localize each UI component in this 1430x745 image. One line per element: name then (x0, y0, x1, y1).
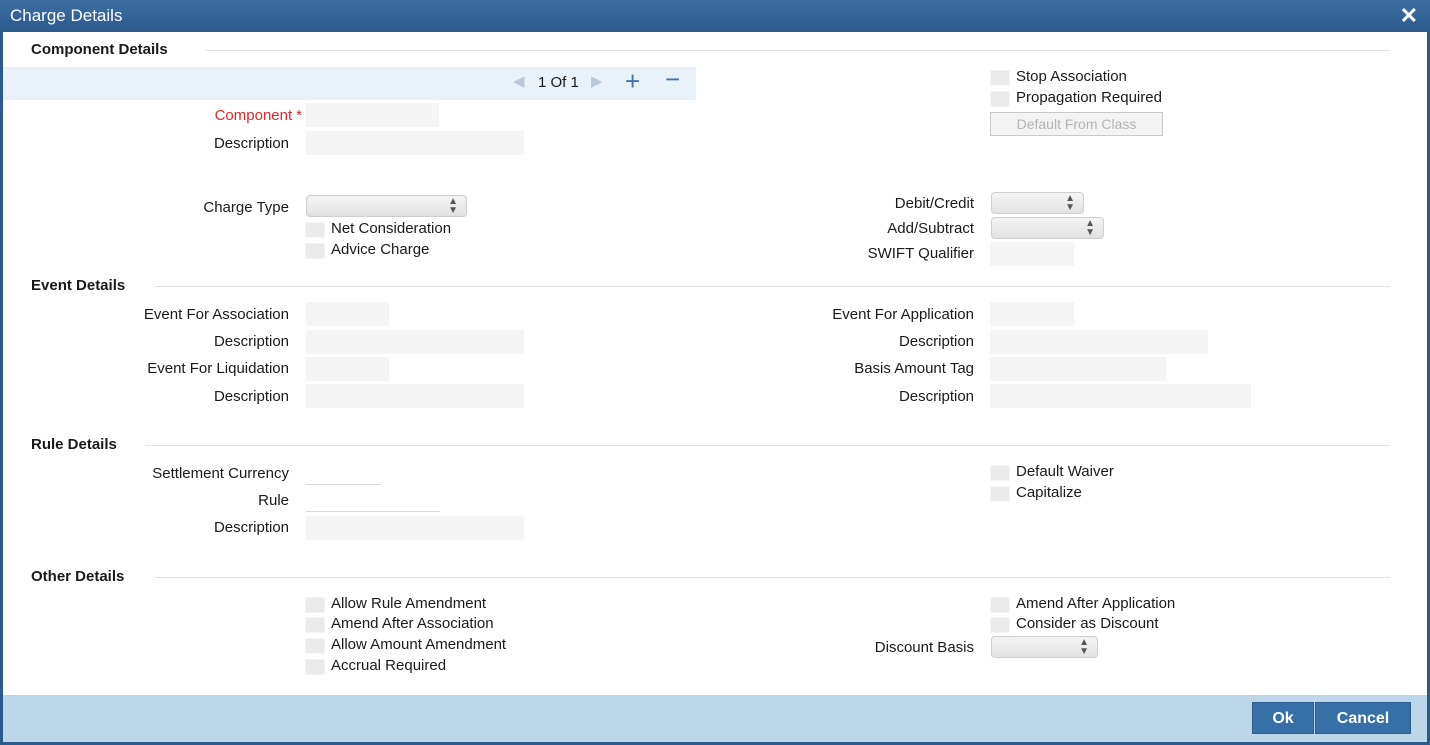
other-details-heading: Other Details (31, 568, 125, 585)
event-for-application-input[interactable] (990, 302, 1074, 326)
rule-input[interactable] (306, 488, 440, 512)
add-subtract-select[interactable]: ▲ ▼ (991, 217, 1104, 239)
rule-description-input[interactable] (306, 516, 524, 540)
event-details-heading: Event Details (31, 277, 126, 294)
section-divider (155, 286, 1390, 287)
debit-credit-label: Debit/Credit (894, 195, 974, 212)
accrual-required-label: Accrual Required (331, 657, 447, 674)
basis-description-input[interactable] (990, 384, 1251, 408)
add-subtract-label: Add/Subtract (887, 220, 974, 237)
consider-as-discount-checkbox[interactable] (990, 617, 1010, 633)
ok-button[interactable]: Ok (1252, 702, 1314, 734)
select-arrows-icon: ▲ ▼ (1065, 193, 1075, 213)
allow-amount-amendment-checkbox[interactable] (305, 638, 325, 654)
swift-qualifier-input[interactable] (990, 242, 1074, 266)
discount-basis-label: Discount Basis (874, 639, 974, 656)
propagation-required-checkbox[interactable] (990, 91, 1010, 107)
amend-after-application-label: Amend After Application (1016, 595, 1176, 612)
allow-rule-amendment-label: Allow Rule Amendment (331, 595, 487, 612)
select-arrows-icon: ▲ ▼ (1079, 637, 1089, 657)
amend-after-association-checkbox[interactable] (305, 617, 325, 633)
allow-rule-amendment-checkbox[interactable] (305, 597, 325, 613)
record-navigator: ◀ 1 Of 1 ▶ + − (3, 64, 696, 100)
description-label: Description (213, 519, 289, 536)
capitalize-checkbox[interactable] (990, 486, 1010, 502)
description-input[interactable] (306, 131, 524, 155)
description-label: Description (898, 388, 974, 405)
window-title: Charge Details (10, 6, 123, 25)
component-input[interactable] (306, 103, 439, 127)
component-details-heading: Component Details (31, 41, 168, 58)
discount-basis-select[interactable]: ▲ ▼ (991, 636, 1098, 658)
description-label: Description (213, 135, 289, 152)
event-for-liquidation-label: Event For Liquidation (147, 360, 289, 377)
basis-amount-tag-input[interactable] (990, 357, 1166, 381)
record-position: 1 Of 1 (538, 74, 579, 91)
close-icon[interactable]: ✕ (1400, 3, 1418, 29)
default-from-class-button[interactable]: Default From Class (990, 112, 1163, 136)
application-description-input[interactable] (990, 330, 1208, 354)
net-consideration-label: Net Consideration (331, 220, 452, 237)
net-consideration-checkbox[interactable] (305, 222, 325, 238)
event-for-application-label: Event For Application (832, 306, 974, 323)
event-for-association-label: Event For Association (143, 306, 289, 323)
advice-charge-checkbox[interactable] (305, 243, 325, 259)
minus-icon[interactable]: − (665, 64, 680, 95)
section-divider (145, 445, 1390, 446)
consider-as-discount-label: Consider as Discount (1016, 615, 1159, 632)
propagation-required-label: Propagation Required (1016, 89, 1162, 106)
settlement-currency-input[interactable] (306, 461, 381, 485)
section-divider (205, 50, 1390, 51)
default-waiver-label: Default Waiver (1016, 463, 1114, 480)
stop-association-checkbox[interactable] (990, 70, 1010, 86)
charge-type-select[interactable]: ▲ ▼ (306, 195, 467, 217)
dialog-footer: Ok Cancel (3, 695, 1427, 742)
event-for-liquidation-input[interactable] (306, 357, 389, 381)
default-waiver-checkbox[interactable] (990, 465, 1010, 481)
cancel-button[interactable]: Cancel (1315, 702, 1411, 734)
rule-label: Rule (258, 492, 289, 509)
allow-amount-amendment-label: Allow Amount Amendment (331, 636, 507, 653)
debit-credit-select[interactable]: ▲ ▼ (991, 192, 1084, 214)
description-label: Description (213, 388, 289, 405)
stop-association-label: Stop Association (1016, 68, 1127, 85)
amend-after-application-checkbox[interactable] (990, 597, 1010, 613)
description-label: Description (213, 333, 289, 350)
component-label: Component * (214, 107, 302, 124)
settlement-currency-label: Settlement Currency (152, 465, 289, 482)
event-for-association-input[interactable] (306, 302, 389, 326)
advice-charge-label: Advice Charge (331, 241, 430, 258)
liquidation-description-input[interactable] (306, 384, 524, 408)
swift-qualifier-label: SWIFT Qualifier (867, 245, 974, 262)
select-arrows-icon: ▲ ▼ (448, 196, 458, 216)
title-bar: Charge Details ✕ (0, 0, 1430, 32)
association-description-input[interactable] (306, 330, 524, 354)
select-arrows-icon: ▲ ▼ (1085, 218, 1095, 238)
required-marker: * (296, 107, 302, 124)
basis-amount-tag-label: Basis Amount Tag (854, 360, 974, 377)
plus-icon[interactable]: + (625, 66, 640, 97)
section-divider (155, 577, 1390, 578)
prev-arrow-icon[interactable]: ◀ (513, 72, 525, 90)
next-arrow-icon[interactable]: ▶ (591, 72, 603, 90)
charge-type-label: Charge Type (203, 199, 289, 216)
accrual-required-checkbox[interactable] (305, 659, 325, 675)
rule-details-heading: Rule Details (31, 436, 117, 453)
amend-after-association-label: Amend After Association (331, 615, 494, 632)
capitalize-label: Capitalize (1016, 484, 1082, 501)
description-label: Description (898, 333, 974, 350)
